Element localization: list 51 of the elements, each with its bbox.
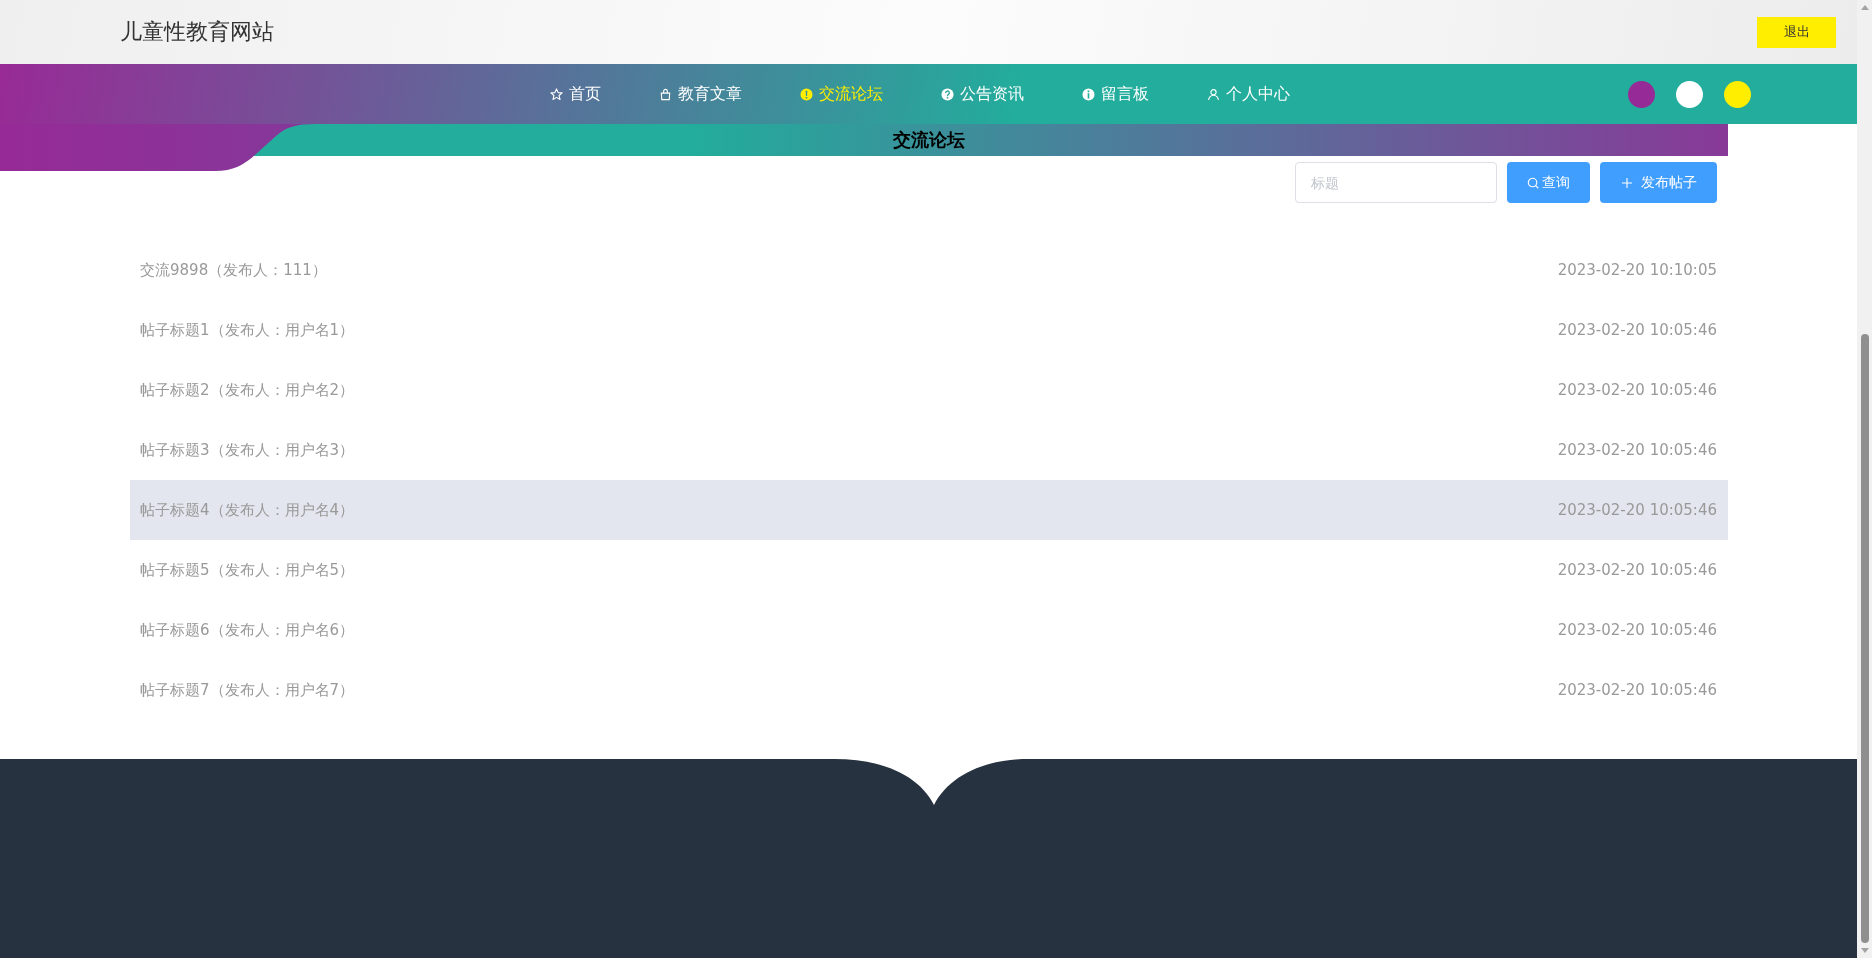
post-title: 帖子标题6（发布人：用户名6） <box>140 620 355 640</box>
nav-link[interactable]: 个人中心 <box>1207 83 1290 105</box>
search-field[interactable]: 标题 <box>1295 162 1497 203</box>
post-row[interactable]: 帖子标题7（发布人：用户名7） 2023-02-20 10:05:46 <box>130 660 1728 720</box>
color-swatch-icon[interactable] <box>1724 80 1751 108</box>
post-time: 2023-02-20 10:05:46 <box>1557 561 1717 579</box>
post-row[interactable]: 帖子标题2（发布人：用户名2） 2023-02-20 10:05:46 <box>130 360 1728 420</box>
color-swatch-icon[interactable] <box>1676 80 1703 108</box>
nav-link[interactable]: 公告资讯 <box>941 83 1024 105</box>
post-row[interactable]: 帖子标题3（发布人：用户名3） 2023-02-20 10:05:46 <box>130 420 1728 480</box>
exclamation-icon <box>800 87 813 101</box>
post-time: 2023-02-20 10:05:46 <box>1557 321 1717 339</box>
nav-link[interactable]: 留言板 <box>1082 83 1149 105</box>
post-row[interactable]: 帖子标题4（发布人：用户名4） 2023-02-20 10:05:46 <box>130 480 1728 540</box>
scrollbar-thumb[interactable] <box>1860 334 1869 943</box>
post-row[interactable]: 帖子标题5（发布人：用户名5） 2023-02-20 10:05:46 <box>130 540 1728 600</box>
plus-icon <box>1620 176 1633 189</box>
post-time: 2023-02-20 10:05:46 <box>1557 381 1717 399</box>
post-title: 交流9898（发布人：111） <box>140 260 327 280</box>
site-title: 儿童性教育网站 <box>120 18 274 46</box>
query-button[interactable]: 查询 <box>1507 162 1590 203</box>
post-time: 2023-02-20 10:10:05 <box>1557 261 1717 279</box>
post-row[interactable]: 帖子标题1（发布人：用户名1） 2023-02-20 10:05:46 <box>130 300 1728 360</box>
post-title: 帖子标题7（发布人：用户名7） <box>140 680 355 700</box>
page-title: 交流论坛 <box>893 128 965 152</box>
post-title: 帖子标题1（发布人：用户名1） <box>140 320 355 340</box>
post-time: 2023-02-20 10:05:46 <box>1557 681 1717 699</box>
question-icon <box>941 87 954 101</box>
scrollbar[interactable] <box>1857 0 1872 958</box>
post-title: 帖子标题4（发布人：用户名4） <box>140 500 355 520</box>
post-row[interactable]: 帖子标题6（发布人：用户名6） 2023-02-20 10:05:46 <box>130 600 1728 660</box>
search-icon <box>1527 176 1539 189</box>
post-title: 帖子标题5（发布人：用户名5） <box>140 560 355 580</box>
scroll-up-icon[interactable] <box>1860 5 1869 10</box>
post-time: 2023-02-20 10:05:46 <box>1557 621 1717 639</box>
post-title: 帖子标题3（发布人：用户名3） <box>140 440 355 460</box>
bag-icon <box>659 87 672 101</box>
post-title: 帖子标题2（发布人：用户名2） <box>140 380 355 400</box>
post-time: 2023-02-20 10:05:46 <box>1557 441 1717 459</box>
nav-link[interactable]: 教育文章 <box>659 83 742 105</box>
logout-button[interactable]: 退出 <box>1757 16 1836 48</box>
nav-link[interactable]: 交流论坛 <box>800 83 883 105</box>
color-swatch-icon[interactable] <box>1628 80 1655 108</box>
publish-button[interactable]: 发布帖子 <box>1600 162 1717 203</box>
scroll-down-icon[interactable] <box>1860 948 1869 953</box>
post-row[interactable]: 交流9898（发布人：111） 2023-02-20 10:10:05 <box>130 240 1728 300</box>
person-icon <box>1207 87 1220 101</box>
info-icon <box>1082 87 1095 101</box>
nav-link[interactable]: 首页 <box>550 83 601 105</box>
star-icon <box>550 87 563 101</box>
post-time: 2023-02-20 10:05:46 <box>1557 501 1717 519</box>
